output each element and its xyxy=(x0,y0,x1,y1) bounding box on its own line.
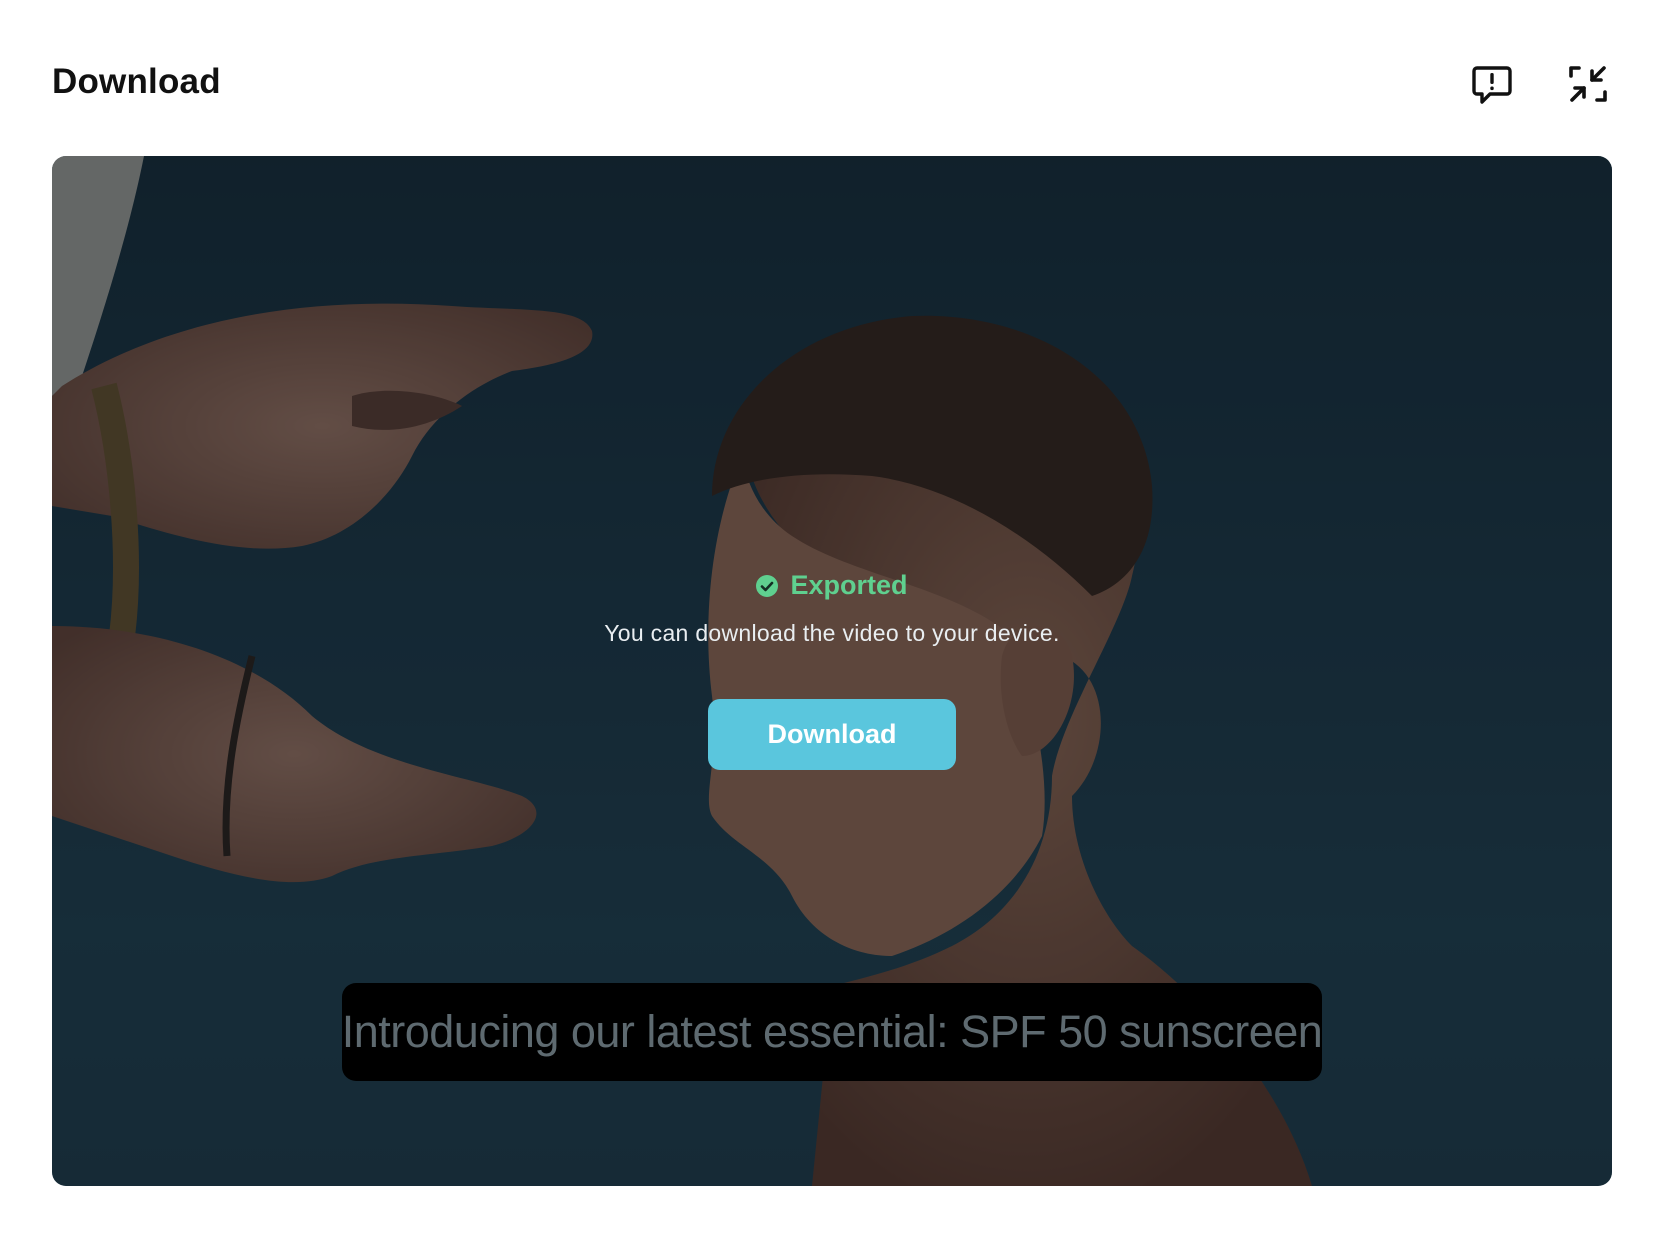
feedback-icon xyxy=(1472,66,1512,104)
export-status-line: Exported xyxy=(756,570,908,601)
feedback-button[interactable] xyxy=(1466,58,1518,110)
dialog-title: Download xyxy=(52,62,221,101)
check-circle-icon xyxy=(756,574,779,597)
export-status-label: Exported xyxy=(790,570,908,600)
export-status-description: You can download the video to your devic… xyxy=(604,619,1060,646)
collapse-button[interactable] xyxy=(1562,58,1614,110)
video-caption-text: Introducing our latest essential: SPF 50… xyxy=(341,1006,1323,1057)
video-preview: Exported You can download the video to y… xyxy=(52,156,1612,1186)
video-caption: Introducing our latest essential: SPF 50… xyxy=(341,983,1323,1081)
collapse-icon xyxy=(1569,66,1607,102)
download-button[interactable]: Download xyxy=(708,699,956,770)
download-dialog: Download Exported You can download the v… xyxy=(0,0,1672,1240)
dialog-header: Download xyxy=(52,58,1620,110)
export-status: Exported You can download the video to y… xyxy=(52,570,1612,647)
